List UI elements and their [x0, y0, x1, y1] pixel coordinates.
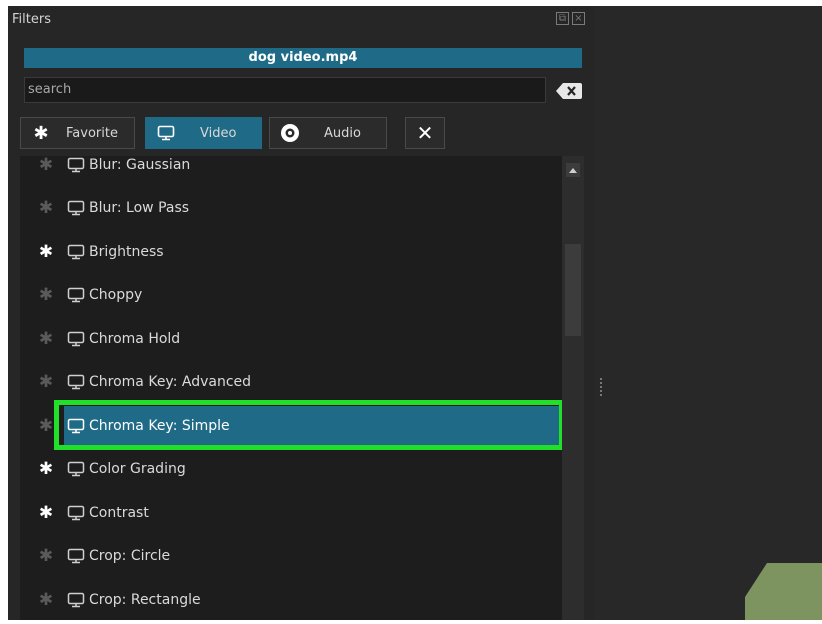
- list-item[interactable]: ✱ Blur: Low Pass: [20, 186, 564, 229]
- favorite-star-icon[interactable]: ✱: [35, 372, 57, 392]
- panel-title: Filters: [12, 12, 51, 27]
- filter-name: Chroma Key: Simple: [89, 417, 230, 434]
- monitor-icon: [67, 505, 87, 521]
- favorite-star-icon[interactable]: ✱: [35, 329, 57, 349]
- monitor-icon: [67, 287, 87, 303]
- list-item[interactable]: ✱ Brightness: [20, 230, 564, 273]
- adjacent-panel: [594, 6, 822, 620]
- tab-audio[interactable]: Audio: [269, 117, 387, 149]
- monitor-icon: [67, 157, 87, 173]
- filter-name: Chroma Hold: [89, 330, 181, 347]
- favorite-star-icon[interactable]: ✱: [35, 459, 57, 479]
- monitor-icon: [67, 592, 87, 608]
- tab-video-label: Video: [200, 125, 237, 141]
- filter-name: Crop: Circle: [89, 547, 171, 564]
- filter-list[interactable]: ✱ Blur: Gaussian ✱ Blur: Low Pass ✱ Brig…: [20, 156, 564, 620]
- list-item[interactable]: ✱ Chroma Hold: [20, 317, 564, 360]
- monitor-icon: [67, 548, 87, 564]
- filter-name: Contrast: [89, 504, 149, 521]
- corner-shape: [745, 563, 822, 620]
- list-item[interactable]: ✱ Contrast: [20, 491, 564, 534]
- favorite-star-icon[interactable]: ✱: [35, 285, 57, 305]
- favorite-star-icon[interactable]: ✱: [35, 546, 57, 566]
- filter-name: Color Grading: [89, 460, 186, 477]
- filter-name: Chroma Key: Advanced: [89, 373, 252, 390]
- current-file-label: dog video.mp4: [24, 48, 582, 68]
- favorite-star-icon[interactable]: ✱: [35, 198, 57, 218]
- list-item[interactable]: ✱ Color Grading: [20, 447, 564, 490]
- star-icon: ✱: [33, 122, 49, 144]
- list-item[interactable]: ✱ Crop: Circle: [20, 534, 564, 577]
- filter-name: Blur: Gaussian: [89, 156, 191, 173]
- tab-favorite-label: Favorite: [66, 125, 118, 141]
- monitor-icon: [67, 418, 87, 434]
- list-item[interactable]: ✱ Crop: Rectangle: [20, 578, 564, 620]
- search-input[interactable]: search: [24, 77, 546, 103]
- filter-name: Brightness: [89, 243, 164, 260]
- filter-name: Blur: Low Pass: [89, 199, 190, 216]
- close-panel-icon[interactable]: ×: [572, 12, 585, 25]
- filters-window: Filters ⧉ × dog video.mp4 search ✱ Favor…: [8, 6, 822, 620]
- favorite-star-icon[interactable]: ✱: [35, 242, 57, 262]
- favorite-star-icon[interactable]: ✱: [35, 590, 57, 610]
- panel-splitter-handle[interactable]: [599, 376, 603, 406]
- list-item-selected[interactable]: ✱ Chroma Key: Simple: [20, 404, 564, 447]
- filter-name: Crop: Rectangle: [89, 591, 201, 608]
- monitor-icon: [156, 125, 176, 141]
- favorite-star-icon[interactable]: ✱: [35, 503, 57, 523]
- tab-video[interactable]: Video: [145, 117, 262, 149]
- list-item[interactable]: ✱ Choppy: [20, 273, 564, 316]
- favorite-star-icon[interactable]: ✱: [35, 156, 57, 175]
- favorite-star-icon[interactable]: ✱: [35, 416, 57, 436]
- tab-audio-label: Audio: [324, 125, 361, 141]
- scroll-up-icon[interactable]: [566, 163, 580, 177]
- monitor-icon: [67, 244, 87, 260]
- close-icon[interactable]: ✕: [405, 117, 445, 149]
- monitor-icon: [67, 331, 87, 347]
- list-scrollbar[interactable]: [562, 156, 584, 620]
- monitor-icon: [67, 461, 87, 477]
- list-item[interactable]: ✱ Chroma Key: Advanced: [20, 360, 564, 403]
- float-panel-icon[interactable]: ⧉: [556, 12, 569, 25]
- filter-name: Choppy: [89, 286, 143, 303]
- tab-favorite[interactable]: ✱ Favorite: [20, 117, 135, 149]
- list-item[interactable]: ✱ Blur: Gaussian: [20, 156, 564, 186]
- clear-search-icon[interactable]: [556, 83, 582, 99]
- monitor-icon: [67, 374, 87, 390]
- monitor-icon: [67, 200, 87, 216]
- scrollbar-thumb[interactable]: [565, 244, 581, 336]
- speaker-icon: [280, 123, 300, 143]
